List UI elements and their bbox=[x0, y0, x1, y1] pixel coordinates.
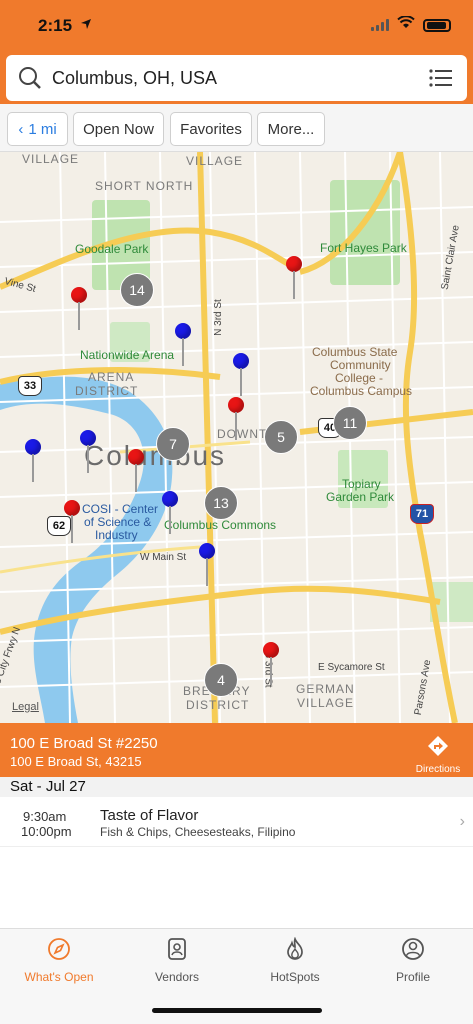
event-vendor-name: Taste of Flavor bbox=[100, 807, 199, 824]
map-cluster[interactable]: 7 bbox=[156, 427, 190, 461]
map-label: SHORT NORTH bbox=[95, 179, 194, 193]
map-view[interactable]: VILLAGE VILLAGE SHORT NORTH Goodale Park… bbox=[0, 152, 473, 723]
location-arrow-icon bbox=[80, 17, 92, 33]
search-header: Columbus, OH, USA bbox=[0, 52, 473, 104]
vendor-pin-blue[interactable] bbox=[80, 430, 96, 474]
battery-icon bbox=[423, 18, 451, 32]
map-label: VILLAGE bbox=[186, 154, 244, 168]
event-end-time: 10:00pm bbox=[21, 824, 72, 839]
map-label-cscc: Columbus Campus bbox=[310, 384, 413, 398]
directions-icon bbox=[427, 735, 449, 760]
vendors-icon bbox=[165, 937, 189, 964]
tab-label: What's Open bbox=[24, 970, 94, 984]
cellular-signal-icon bbox=[371, 19, 389, 31]
directions-button[interactable]: Directions bbox=[413, 735, 463, 775]
map-label-street: N 3rd St bbox=[212, 299, 224, 336]
tab-label: Vendors bbox=[154, 970, 200, 984]
home-indicator bbox=[152, 1008, 322, 1013]
vendor-pin-red[interactable] bbox=[128, 449, 144, 493]
vendor-pin-red[interactable] bbox=[64, 500, 80, 544]
distance-filter-button[interactable]: ‹ 1 mi bbox=[7, 112, 68, 146]
map-label: VILLAGE bbox=[297, 696, 355, 710]
event-categories: Fish & Chips, Cheesesteaks, Filipino bbox=[100, 825, 296, 839]
open-now-filter-button[interactable]: Open Now bbox=[73, 112, 164, 146]
event-start-time: 9:30am bbox=[23, 809, 67, 824]
map-label-topiary-park: Garden Park bbox=[326, 490, 395, 504]
map-label-cscc: College - bbox=[335, 371, 384, 385]
location-address-line2: 100 E Broad St, 43215 bbox=[10, 754, 142, 769]
route-shield-i71: 71 bbox=[410, 504, 434, 524]
vendor-pin-red[interactable] bbox=[228, 397, 244, 441]
status-bar: 2:15 bbox=[0, 0, 473, 52]
filter-bar: ‹ 1 mi Open Now Favorites More... bbox=[0, 104, 473, 152]
vendor-pin-blue[interactable] bbox=[162, 491, 178, 535]
schedule-event-row[interactable]: 9:30am 10:00pm Taste of Flavor Fish & Ch… bbox=[0, 797, 473, 847]
map-label-street: W Main St bbox=[140, 552, 187, 563]
list-menu-icon[interactable] bbox=[429, 69, 453, 92]
location-address-line1: 100 E Broad St #2250 bbox=[10, 735, 158, 752]
map-label-cosi: of Science & bbox=[84, 515, 152, 529]
map-label-cosi: COSI - Center bbox=[82, 502, 159, 516]
vendor-pin-red[interactable] bbox=[286, 256, 302, 300]
vendor-pin-blue[interactable] bbox=[25, 439, 41, 483]
tab-hotspots[interactable]: HotSpots bbox=[236, 936, 354, 984]
map-label-goodale-park: Goodale Park bbox=[75, 242, 149, 256]
map-label: ARENA bbox=[88, 370, 135, 384]
route-shield-us33: 33 bbox=[18, 376, 42, 396]
map-label-nationwide-arena: Nationwide Arena bbox=[80, 348, 175, 362]
map-label-cosi: Industry bbox=[95, 528, 138, 542]
map-label-fort-hayes-park: Fort Hayes Park bbox=[320, 241, 407, 255]
vendor-pin-blue[interactable] bbox=[233, 353, 249, 397]
tab-label: HotSpots bbox=[270, 970, 320, 984]
map-cluster[interactable]: 14 bbox=[120, 273, 154, 307]
selected-location-bar[interactable]: 100 E Broad St #2250 100 E Broad St, 432… bbox=[0, 723, 473, 777]
search-icon bbox=[18, 66, 42, 95]
favorites-filter-button[interactable]: Favorites bbox=[170, 112, 252, 146]
map-legal-link[interactable]: Legal bbox=[12, 701, 39, 713]
status-time: 2:15 bbox=[38, 16, 73, 35]
map-label-topiary-park: Topiary bbox=[342, 477, 381, 491]
search-field[interactable]: Columbus, OH, USA bbox=[6, 55, 467, 101]
compass-icon bbox=[47, 937, 71, 964]
directions-label: Directions bbox=[415, 764, 461, 775]
more-filters-button[interactable]: More... bbox=[257, 112, 325, 146]
map-label-cscc: Community bbox=[330, 358, 391, 372]
map-label: DISTRICT bbox=[75, 384, 139, 398]
map-cluster[interactable]: 13 bbox=[204, 486, 238, 520]
vendor-pin-blue[interactable] bbox=[175, 323, 191, 367]
map-label: DISTRICT bbox=[186, 698, 250, 712]
map-label-cscc: Columbus State bbox=[312, 345, 398, 359]
tab-whats-open[interactable]: What's Open bbox=[0, 937, 118, 984]
map-cluster[interactable]: 11 bbox=[333, 406, 367, 440]
profile-icon bbox=[401, 937, 425, 964]
flame-icon bbox=[283, 936, 307, 964]
map-cluster[interactable]: 4 bbox=[204, 663, 238, 697]
search-input[interactable]: Columbus, OH, USA bbox=[52, 68, 217, 89]
wifi-icon bbox=[397, 15, 415, 34]
map-label-street: E Sycamore St bbox=[318, 662, 385, 673]
chevron-right-icon: › bbox=[459, 813, 465, 830]
map-cluster[interactable]: 5 bbox=[264, 420, 298, 454]
map-label: GERMAN bbox=[296, 682, 355, 696]
schedule-date-header: Sat - Jul 27 bbox=[0, 777, 473, 797]
tab-label: Profile bbox=[395, 970, 430, 984]
tab-profile[interactable]: Profile bbox=[354, 937, 472, 984]
vendor-pin-red[interactable] bbox=[71, 287, 87, 331]
map-label-columbus-commons: Columbus Commons bbox=[164, 518, 277, 532]
vendor-pin-red[interactable] bbox=[263, 642, 279, 686]
tab-vendors[interactable]: Vendors bbox=[118, 937, 236, 984]
vendor-pin-blue[interactable] bbox=[199, 543, 215, 587]
map-label: VILLAGE bbox=[22, 152, 80, 166]
chevron-left-icon: ‹ bbox=[18, 120, 24, 138]
